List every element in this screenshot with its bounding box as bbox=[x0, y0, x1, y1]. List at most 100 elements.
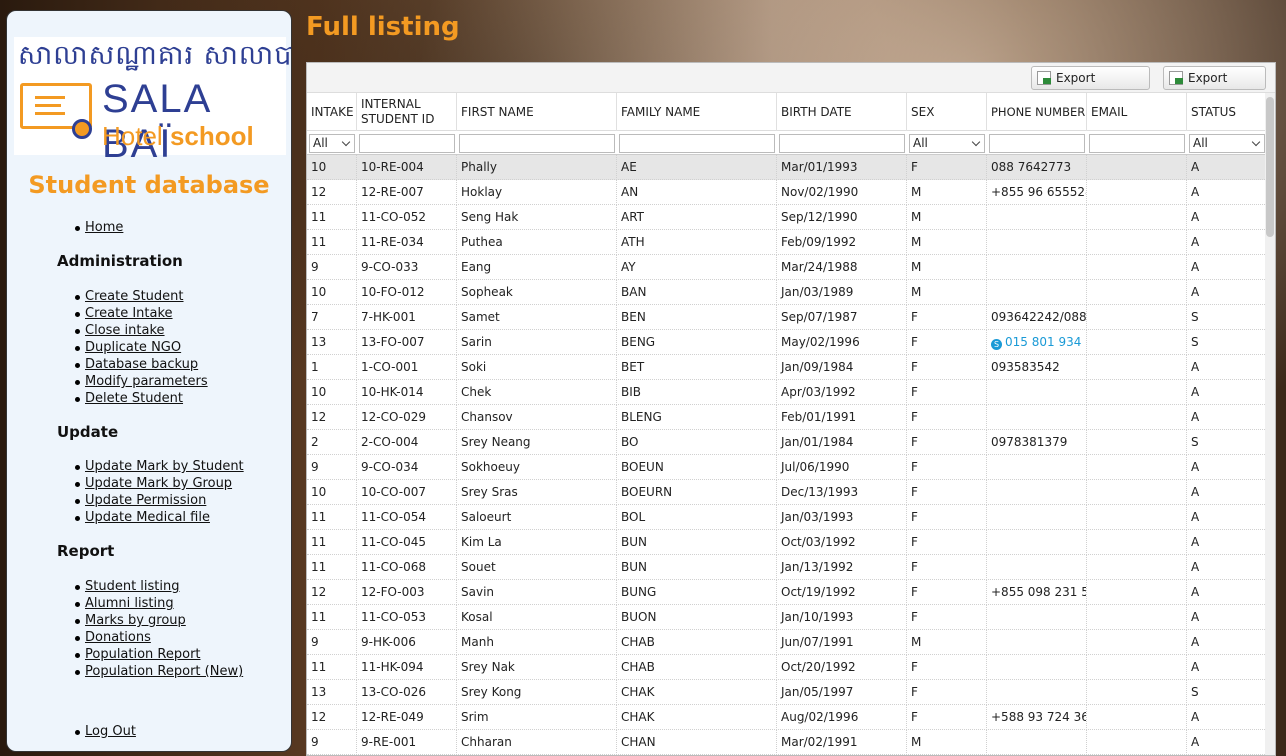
population-report-link[interactable]: Population Report bbox=[85, 647, 201, 662]
export-students-button[interactable]: Export Students bbox=[1031, 66, 1150, 107]
table-row[interactable]: 11 11-CO-053 Kosal BUON Jan/10/1993 F A bbox=[307, 605, 1275, 630]
sex-filter-select[interactable]: All bbox=[909, 134, 985, 153]
cell-intake: 2 bbox=[307, 430, 357, 455]
table-row[interactable]: 11 11-CO-045 Kim La BUN Oct/03/1992 F A bbox=[307, 530, 1275, 555]
menu-item: Delete Student bbox=[75, 390, 208, 407]
cell-sex: F bbox=[907, 555, 987, 580]
table-row[interactable]: 12 12-RE-007 Hoklay AN Nov/02/1990 M +855 96 6… bbox=[307, 180, 1275, 205]
cell-student-id: 12-CO-029 bbox=[357, 405, 457, 430]
section-update: Update bbox=[57, 423, 119, 441]
create-student-link[interactable]: Create Student bbox=[85, 289, 184, 304]
cell-phone: +588 93 724 365 bbox=[987, 705, 1087, 730]
sala-bai-logo: សាលាសណ្ឋាគារ សាលាបាយ SALA BAÏ Hotel scho… bbox=[14, 37, 291, 166]
administration-menu: Create Student Create Intake Close intak… bbox=[75, 288, 208, 407]
family-name-filter-input[interactable] bbox=[619, 134, 775, 153]
column-header-family-name[interactable]: FAMILY NAME bbox=[617, 93, 777, 131]
cell-phone bbox=[987, 505, 1087, 530]
column-header-first-name[interactable]: FIRST NAME bbox=[457, 93, 617, 131]
cell-sex: F bbox=[907, 530, 987, 555]
status-filter-select[interactable]: All bbox=[1189, 134, 1265, 153]
delete-student-link[interactable]: Delete Student bbox=[85, 391, 183, 406]
table-row[interactable]: 9 9-HK-006 Manh CHAB Jun/07/1991 M A bbox=[307, 630, 1275, 655]
cell-family-name: BEN bbox=[617, 305, 777, 330]
column-header-email[interactable]: EMAIL bbox=[1087, 93, 1187, 131]
cell-intake: 10 bbox=[307, 480, 357, 505]
cell-family-name: BIB bbox=[617, 380, 777, 405]
cell-status: A bbox=[1187, 155, 1267, 180]
table-row[interactable]: 7 7-HK-001 Samet BEN Sep/07/1987 F 093642242/0… bbox=[307, 305, 1275, 330]
duplicate-ngo-link[interactable]: Duplicate NGO bbox=[85, 340, 181, 355]
table-row[interactable]: 10 10-HK-014 Chek BIB Apr/03/1992 F A bbox=[307, 380, 1275, 405]
cell-status: S bbox=[1187, 305, 1267, 330]
column-header-status[interactable]: STATUS bbox=[1187, 93, 1267, 131]
table-row[interactable]: 1 1-CO-001 Soki BET Jan/09/1984 F 093583542 A bbox=[307, 355, 1275, 380]
modify-parameters-link[interactable]: Modify parameters bbox=[85, 374, 208, 389]
export-wing-button[interactable]: Export WING bbox=[1163, 66, 1266, 107]
marks-by-group-link[interactable]: Marks by group bbox=[85, 613, 186, 628]
cell-student-id: 2-CO-004 bbox=[357, 430, 457, 455]
table-row[interactable]: 9 9-CO-033 Eang AY Mar/24/1988 M A bbox=[307, 255, 1275, 280]
cell-phone[interactable]: S 015 801 934 bbox=[987, 330, 1087, 355]
table-row[interactable]: 2 2-CO-004 Srey Neang BO Jan/01/1984 F 0978381… bbox=[307, 430, 1275, 455]
table-row[interactable]: 11 11-HK-094 Srey Nak CHAB Oct/20/1992 F A bbox=[307, 655, 1275, 680]
table-row[interactable]: 13 13-CO-026 Srey Kong CHAK Jan/05/1997 F S bbox=[307, 680, 1275, 705]
cell-first-name: Eang bbox=[457, 255, 617, 280]
cell-birth-date: Nov/02/1990 bbox=[777, 180, 907, 205]
column-header-sex[interactable]: SEX bbox=[907, 93, 987, 131]
cell-intake: 12 bbox=[307, 705, 357, 730]
cell-student-id: 9-CO-034 bbox=[357, 455, 457, 480]
cell-birth-date: Mar/01/1993 bbox=[777, 155, 907, 180]
table-row[interactable]: 12 12-CO-029 Chansov BLENG Feb/01/1991 F A bbox=[307, 405, 1275, 430]
table-row[interactable]: 10 10-RE-004 Phally AE Mar/01/1993 F 088 76427… bbox=[307, 155, 1275, 180]
table-row[interactable]: 13 13-FO-007 Sarin BENG May/02/1996 F S 015 801… bbox=[307, 330, 1275, 355]
table-row[interactable]: 11 11-CO-054 Saloeurt BOL Jan/03/1993 F A bbox=[307, 505, 1275, 530]
database-backup-link[interactable]: Database backup bbox=[85, 357, 198, 372]
donations-link[interactable]: Donations bbox=[85, 630, 151, 645]
update-mark-by-student-link[interactable]: Update Mark by Student bbox=[85, 459, 244, 474]
table-row[interactable]: 10 10-CO-007 Srey Sras BOEURN Dec/13/1993 F A bbox=[307, 480, 1275, 505]
cell-family-name: ATH bbox=[617, 230, 777, 255]
email-filter-input[interactable] bbox=[1089, 134, 1185, 153]
cell-status: S bbox=[1187, 330, 1267, 355]
birth-date-filter-input[interactable] bbox=[779, 134, 905, 153]
grid-filter-row: All All All bbox=[307, 131, 1275, 155]
update-medical-file-link[interactable]: Update Medical file bbox=[85, 510, 210, 525]
home-link[interactable]: Home bbox=[85, 220, 123, 235]
table-row[interactable]: 9 9-CO-034 Sokhoeuy BOEUN Jul/06/1990 F A bbox=[307, 455, 1275, 480]
cell-student-id: 9-HK-006 bbox=[357, 630, 457, 655]
column-header-student-id[interactable]: INTERNAL STUDENT ID bbox=[357, 93, 457, 131]
cell-first-name: Srey Kong bbox=[457, 680, 617, 705]
update-mark-by-group-link[interactable]: Update Mark by Group bbox=[85, 476, 232, 491]
column-header-phone[interactable]: PHONE NUMBER bbox=[987, 93, 1087, 131]
excel-export-icon bbox=[1169, 71, 1183, 85]
scrollbar-thumb[interactable] bbox=[1266, 97, 1274, 237]
student-id-filter-input[interactable] bbox=[359, 134, 455, 153]
column-header-intake[interactable]: INTAKE bbox=[307, 93, 357, 131]
phone-filter-input[interactable] bbox=[989, 134, 1085, 153]
table-row[interactable]: 12 12-RE-049 Srim CHAK Aug/02/1996 F +588 93 7… bbox=[307, 705, 1275, 730]
cell-birth-date: Apr/03/1992 bbox=[777, 380, 907, 405]
skype-phone-link[interactable]: 015 801 934 bbox=[1005, 335, 1081, 349]
population-report-new-link[interactable]: Population Report (New) bbox=[85, 664, 243, 679]
grid-scrollbar[interactable] bbox=[1265, 93, 1275, 755]
cell-first-name: Kim La bbox=[457, 530, 617, 555]
table-row[interactable]: 10 10-FO-012 Sopheak BAN Jan/03/1989 M A bbox=[307, 280, 1275, 305]
alumni-listing-link[interactable]: Alumni listing bbox=[85, 596, 174, 611]
cell-status: S bbox=[1187, 430, 1267, 455]
update-permission-link[interactable]: Update Permission bbox=[85, 493, 206, 508]
table-row[interactable]: 9 9-RE-001 Chharan CHAN Mar/02/1991 M A bbox=[307, 730, 1275, 755]
logout-link[interactable]: Log Out bbox=[85, 724, 136, 739]
table-row[interactable]: 12 12-FO-003 Savin BUNG Oct/19/1992 F +855 098… bbox=[307, 580, 1275, 605]
table-row[interactable]: 11 11-RE-034 Puthea ATH Feb/09/1992 M A bbox=[307, 230, 1275, 255]
close-intake-link[interactable]: Close intake bbox=[85, 323, 165, 338]
student-listing-link[interactable]: Student listing bbox=[85, 579, 180, 594]
column-header-birth-date[interactable]: BIRTH DATE bbox=[777, 93, 907, 131]
first-name-filter-input[interactable] bbox=[459, 134, 615, 153]
create-intake-link[interactable]: Create Intake bbox=[85, 306, 173, 321]
table-row[interactable]: 11 11-CO-068 Souet BUN Jan/13/1992 F A bbox=[307, 555, 1275, 580]
cell-birth-date: Jul/06/1990 bbox=[777, 455, 907, 480]
table-row[interactable]: 11 11-CO-052 Seng Hak ART Sep/12/1990 M A bbox=[307, 205, 1275, 230]
intake-filter-select[interactable]: All bbox=[309, 134, 355, 153]
cell-student-id: 11-CO-053 bbox=[357, 605, 457, 630]
cell-status: A bbox=[1187, 605, 1267, 630]
